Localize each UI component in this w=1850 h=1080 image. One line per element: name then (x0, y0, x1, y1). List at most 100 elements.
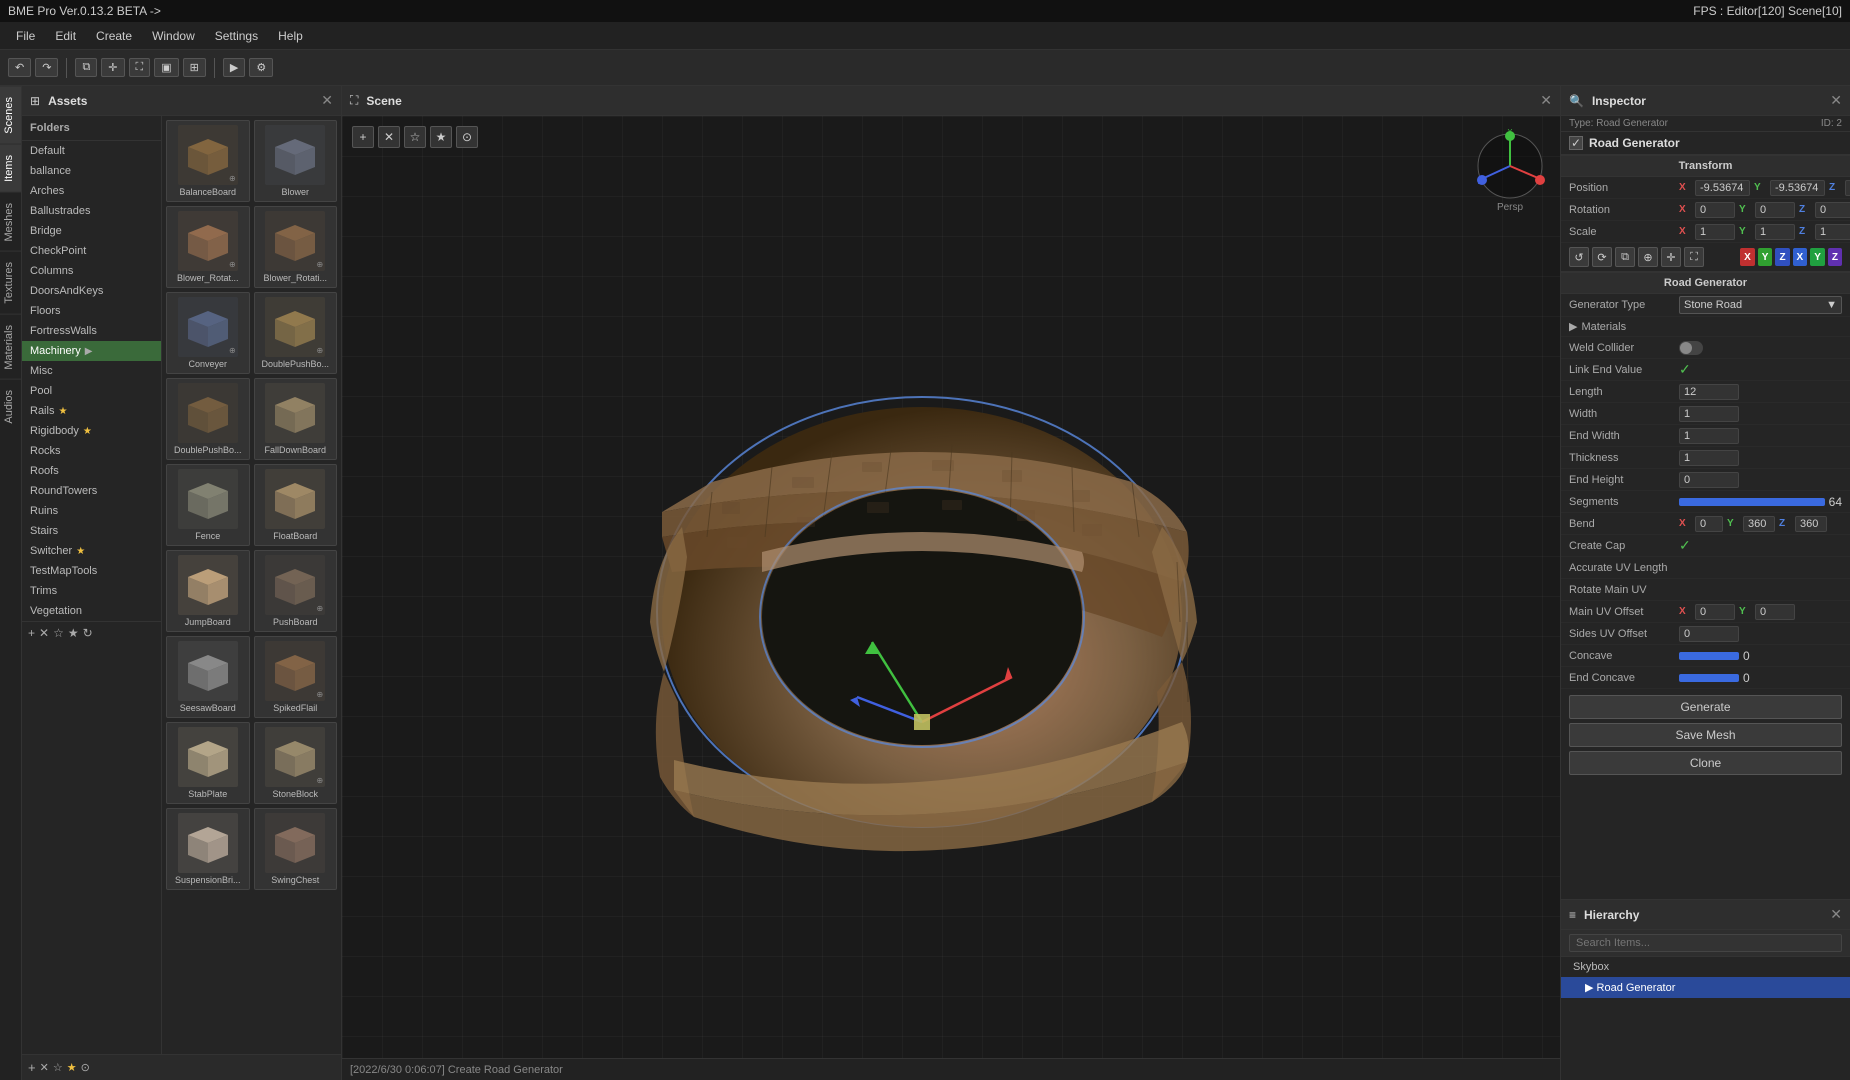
axis-x2-tag[interactable]: X (1793, 248, 1808, 266)
scale-z-input[interactable] (1815, 224, 1850, 240)
folder-floors[interactable]: Floors (22, 301, 161, 321)
folder-ballance[interactable]: ballance (22, 161, 161, 181)
tc-center[interactable]: ✛ (1661, 247, 1681, 267)
assets-close[interactable]: ✕ (321, 92, 333, 109)
asset-item[interactable]: ⊕ StoneBlock (254, 722, 338, 804)
axis-y2-tag[interactable]: Y (1810, 248, 1825, 266)
axis-z2-tag[interactable]: Z (1828, 248, 1842, 266)
scene-close[interactable]: ✕ (1540, 92, 1552, 109)
pos-z-input[interactable] (1845, 180, 1850, 196)
asset-remove-btn[interactable]: ✕ (40, 1061, 49, 1074)
sides-uv-input[interactable] (1679, 626, 1739, 642)
end-height-input[interactable] (1679, 472, 1739, 488)
menu-file[interactable]: File (6, 27, 45, 45)
folder-rails[interactable]: Rails★ (22, 401, 161, 421)
folder-columns[interactable]: Columns (22, 261, 161, 281)
axis-x-tag[interactable]: X (1740, 248, 1755, 266)
hierarchy-skybox[interactable]: Skybox (1561, 957, 1850, 977)
folder-star-filled-btn[interactable]: ★ (68, 626, 79, 640)
bend-z-input[interactable] (1795, 516, 1827, 532)
menu-create[interactable]: Create (86, 27, 142, 45)
save-mesh-btn[interactable]: Save Mesh (1569, 723, 1842, 747)
length-input[interactable] (1679, 384, 1739, 400)
folder-checkpoint[interactable]: CheckPoint (22, 241, 161, 261)
folder-default[interactable]: Default (22, 141, 161, 161)
asset-item[interactable]: SwingChest (254, 808, 338, 890)
folder-pool[interactable]: Pool (22, 381, 161, 401)
folder-ruins[interactable]: Ruins (22, 501, 161, 521)
asset-star-btn[interactable]: ☆ (53, 1061, 63, 1074)
folder-machinery[interactable]: Machinery▶ (22, 341, 161, 361)
folder-doorsandkeys[interactable]: DoorsAndKeys (22, 281, 161, 301)
scene-star2-btn[interactable]: ★ (430, 126, 452, 148)
menu-edit[interactable]: Edit (45, 27, 86, 45)
folder-refresh-btn[interactable]: ↻ (83, 626, 93, 640)
pos-y-input[interactable] (1770, 180, 1825, 196)
asset-item[interactable]: ⊕ Conveyer (166, 292, 250, 374)
axis-z-tag[interactable]: Z (1775, 248, 1789, 266)
generate-btn[interactable]: Generate (1569, 695, 1842, 719)
asset-star-filled-btn[interactable]: ★ (67, 1061, 77, 1074)
tab-materials[interactable]: Materials (0, 314, 21, 380)
scene-circle-btn[interactable]: ⊙ (456, 126, 478, 148)
bend-y-input[interactable] (1743, 516, 1775, 532)
folder-testmaptools[interactable]: TestMapTools (22, 561, 161, 581)
folder-roundtowers[interactable]: RoundTowers (22, 481, 161, 501)
menu-window[interactable]: Window (142, 27, 205, 45)
folder-misc[interactable]: Misc (22, 361, 161, 381)
bend-x-input[interactable] (1695, 516, 1723, 532)
folder-switcher[interactable]: Switcher★ (22, 541, 161, 561)
asset-item[interactable]: SeesawBoard (166, 636, 250, 718)
inspector-close[interactable]: ✕ (1830, 92, 1842, 109)
toolbar-move[interactable]: ✛ (101, 58, 124, 77)
end-width-input[interactable] (1679, 428, 1739, 444)
asset-item[interactable]: ⊕ SpikedFlail (254, 636, 338, 718)
folder-trims[interactable]: Trims (22, 581, 161, 601)
scene-gizmo[interactable]: Y Z X Persp (1470, 126, 1550, 213)
folder-stairs[interactable]: Stairs (22, 521, 161, 541)
pos-x-input[interactable] (1695, 180, 1750, 196)
folder-rigidbody[interactable]: Rigidbody★ (22, 421, 161, 441)
asset-add-btn[interactable]: + (28, 1060, 36, 1075)
toolbar-fullscreen[interactable]: ⛶ (129, 58, 151, 77)
toolbar-undo[interactable]: ↶ (8, 58, 31, 77)
hierarchy-close[interactable]: ✕ (1830, 906, 1842, 923)
tc-copy[interactable]: ⧉ (1615, 247, 1635, 267)
uv-x-input[interactable] (1695, 604, 1735, 620)
materials-row[interactable]: ▶ Materials (1561, 317, 1850, 337)
asset-item[interactable]: Blower (254, 120, 338, 202)
asset-item[interactable]: DoublePushBo... (166, 378, 250, 460)
toolbar-settings[interactable]: ⚙ (249, 58, 273, 77)
folder-add-btn[interactable]: + (28, 626, 35, 640)
asset-item[interactable]: ⊕ Blower_Rotat... (166, 206, 250, 288)
folder-star-btn[interactable]: ☆ (53, 626, 64, 640)
tab-textures[interactable]: Textures (0, 251, 21, 314)
toolbar-copy[interactable]: ⧉ (75, 58, 97, 77)
generator-type-dropdown[interactable]: Stone Road ▼ (1679, 296, 1842, 314)
clone-btn[interactable]: Clone (1569, 751, 1842, 775)
folder-ballustrades[interactable]: Ballustrades (22, 201, 161, 221)
asset-item[interactable]: ⊕ DoublePushBo... (254, 292, 338, 374)
hierarchy-road-generator[interactable]: ▶ Road Generator (1561, 977, 1850, 998)
tab-items[interactable]: Items (0, 144, 21, 192)
asset-item[interactable]: ⊕ BalanceBoard (166, 120, 250, 202)
weld-collider-toggle[interactable] (1679, 341, 1703, 355)
tc-rotate[interactable]: ⟳ (1592, 247, 1612, 267)
rot-z-input[interactable] (1815, 202, 1850, 218)
folder-arches[interactable]: Arches (22, 181, 161, 201)
toolbar-layout2[interactable]: ⊞ (183, 58, 206, 77)
width-input[interactable] (1679, 406, 1739, 422)
scene-viewport[interactable]: Y Z X Persp + ✕ ☆ ★ ⊙ (342, 116, 1560, 1058)
menu-settings[interactable]: Settings (205, 27, 268, 45)
folder-bridge[interactable]: Bridge (22, 221, 161, 241)
uv-y-input[interactable] (1755, 604, 1795, 620)
scale-x-input[interactable] (1695, 224, 1735, 240)
folder-roofs[interactable]: Roofs (22, 461, 161, 481)
tab-meshes[interactable]: Meshes (0, 192, 21, 252)
scale-y-input[interactable] (1755, 224, 1795, 240)
scene-star-btn[interactable]: ☆ (404, 126, 426, 148)
toolbar-layout1[interactable]: ▣ (154, 58, 178, 77)
rot-y-input[interactable] (1755, 202, 1795, 218)
tab-scenes[interactable]: Scenes (0, 86, 21, 144)
hierarchy-search-input[interactable] (1569, 934, 1842, 952)
